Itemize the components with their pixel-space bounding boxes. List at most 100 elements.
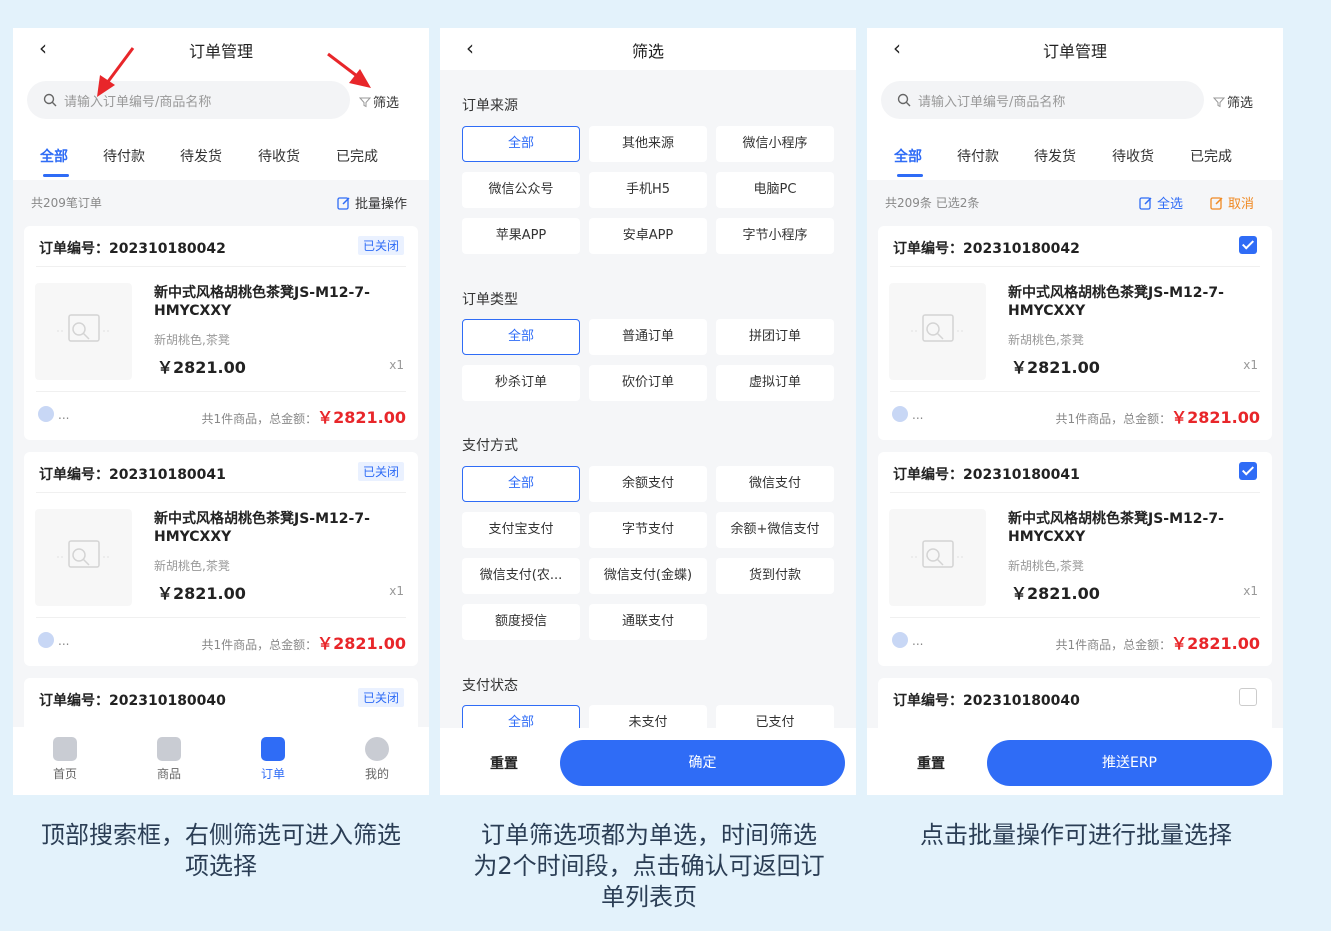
search-icon xyxy=(897,93,911,107)
filter-option[interactable]: 秒杀订单 xyxy=(462,365,580,401)
filter-action-bar: 重置 确定 xyxy=(440,728,856,795)
image-placeholder-icon xyxy=(57,314,111,342)
cancel-label: 取消 xyxy=(1228,197,1255,212)
tab-pending-payment[interactable]: 待付款 xyxy=(103,146,145,166)
filter-option[interactable]: 微信支付(农... xyxy=(462,558,580,594)
filter-option[interactable]: 手机H5 xyxy=(589,172,707,208)
batch-operation-button[interactable]: 批量操作 xyxy=(337,193,407,212)
tab-pending-receipt[interactable]: 待收货 xyxy=(258,146,300,166)
product-quantity: x1 xyxy=(1243,584,1258,598)
order-checkbox[interactable] xyxy=(1239,462,1257,480)
filter-option[interactable]: 其他来源 xyxy=(589,126,707,162)
filter-option[interactable]: 砍价订单 xyxy=(589,365,707,401)
filter-option[interactable]: 字节支付 xyxy=(589,512,707,548)
search-input[interactable]: 请输入订单编号/商品名称 xyxy=(881,81,1204,119)
filter-option[interactable]: 通联支付 xyxy=(589,604,707,640)
filter-option[interactable]: 全部 xyxy=(462,319,580,355)
push-erp-button[interactable]: 推送ERP xyxy=(987,740,1272,786)
order-number: 订单编号：202310180040 xyxy=(893,693,1080,709)
filter-option[interactable]: 余额+微信支付 xyxy=(716,512,834,548)
filter-option[interactable]: 全部 xyxy=(462,126,580,162)
filter-option[interactable]: 字节小程序 xyxy=(716,218,834,254)
product-quantity: x1 xyxy=(389,584,404,598)
image-placeholder-icon xyxy=(57,540,111,568)
status-badge: 已关闭 xyxy=(357,462,404,481)
filter-icon xyxy=(1213,97,1225,108)
caption: 点击批量操作可进行批量选择 xyxy=(920,821,1232,849)
tabbar-label: 订单 xyxy=(260,767,285,781)
tab-all[interactable]: 全部 xyxy=(894,146,922,166)
filter-button[interactable]: 筛选 xyxy=(1213,92,1253,111)
tab-completed[interactable]: 已完成 xyxy=(1190,146,1232,166)
order-checkbox[interactable] xyxy=(1239,688,1257,706)
tab-pending-receipt[interactable]: 待收货 xyxy=(1112,146,1154,166)
confirm-button[interactable]: 确定 xyxy=(560,740,845,786)
shop-name: ... xyxy=(58,408,70,422)
tabbar-item-orders[interactable]: 订单 xyxy=(243,737,303,782)
filter-option[interactable]: 微信支付(金蝶) xyxy=(589,558,707,594)
reset-button[interactable]: 重置 xyxy=(490,753,518,773)
search-input[interactable]: 请输入订单编号/商品名称 xyxy=(27,81,350,119)
order-card[interactable]: 订单编号：202310180042 已关闭 新中式风格胡桃色茶凳JS-M12-7… xyxy=(24,226,418,440)
filter-option[interactable]: 安卓APP xyxy=(589,218,707,254)
filter-option[interactable]: 全部 xyxy=(462,466,580,502)
select-all-button[interactable]: 全选 xyxy=(1139,193,1183,212)
filter-option[interactable]: 额度授信 xyxy=(462,604,580,640)
product-quantity: x1 xyxy=(1243,358,1258,372)
filter-option[interactable]: 微信公众号 xyxy=(462,172,580,208)
order-card[interactable]: 订单编号：202310180042 新中式风格胡桃色茶凳JS-M12-7-HMY… xyxy=(878,226,1272,440)
order-checkbox[interactable] xyxy=(1239,236,1257,254)
filter-option[interactable]: 余额支付 xyxy=(589,466,707,502)
filter-option[interactable]: 支付宝支付 xyxy=(462,512,580,548)
filter-option[interactable]: 虚拟订单 xyxy=(716,365,834,401)
total-amount: ￥2821.00 xyxy=(317,634,406,653)
caption: 顶部搜索框，右侧筛选可进入筛选项选择 xyxy=(41,821,401,880)
arrow-annotation-icon xyxy=(97,47,135,97)
filter-label: 筛选 xyxy=(1227,96,1254,111)
cancel-select-button[interactable]: 取消 xyxy=(1210,193,1254,212)
order-card[interactable]: 订单编号：202310180041 已关闭 新中式风格胡桃色茶凳JS-M12-7… xyxy=(24,452,418,666)
product-name: 新中式风格胡桃色茶凳JS-M12-7-HMYCXXY xyxy=(1008,285,1224,319)
product-image-placeholder xyxy=(35,509,132,606)
user-icon xyxy=(365,737,389,761)
order-total: 共1件商品，总金额：￥2821.00 xyxy=(1055,404,1260,428)
shop-name: ... xyxy=(912,408,924,422)
divider xyxy=(890,391,1260,392)
product-spec: 新胡桃色,茶凳 xyxy=(154,559,230,573)
status-tabs: 全部 待付款 待发货 待收货 已完成 xyxy=(13,138,429,178)
tabbar-item-me[interactable]: 我的 xyxy=(347,737,407,782)
filter-option[interactable]: 微信小程序 xyxy=(716,126,834,162)
arrow-annotation-icon xyxy=(327,52,371,88)
filter-option[interactable]: 电脑PC xyxy=(716,172,834,208)
batch-operation-label: 批量操作 xyxy=(354,197,407,212)
nav-bar: ‹ 订单管理 xyxy=(867,28,1283,70)
order-count: 共209笔订单 xyxy=(31,196,102,210)
filter-option[interactable]: 苹果APP xyxy=(462,218,580,254)
tabbar-item-products[interactable]: 商品 xyxy=(139,737,199,782)
product-price: ￥2821.00 xyxy=(1011,358,1100,377)
filter-option[interactable]: 拼团订单 xyxy=(716,319,834,355)
tab-pending-shipment[interactable]: 待发货 xyxy=(1034,146,1076,166)
divider xyxy=(890,617,1260,618)
edit-icon xyxy=(1210,197,1223,210)
filter-option[interactable]: 货到付款 xyxy=(716,558,834,594)
filter-section-title: 支付状态 xyxy=(462,678,518,694)
tab-pending-payment[interactable]: 待付款 xyxy=(957,146,999,166)
product-image-placeholder xyxy=(889,509,986,606)
filter-option[interactable]: 普通订单 xyxy=(589,319,707,355)
count-bar: 共209笔订单 批量操作 xyxy=(13,180,429,222)
divider xyxy=(36,617,406,618)
filter-option[interactable]: 微信支付 xyxy=(716,466,834,502)
tabbar-item-home[interactable]: 首页 xyxy=(35,737,95,782)
reset-button[interactable]: 重置 xyxy=(917,753,945,773)
page-title: 订单管理 xyxy=(1042,42,1107,61)
order-number: 订单编号：202310180041 xyxy=(893,467,1080,483)
filter-button[interactable]: 筛选 xyxy=(359,92,399,111)
tab-completed[interactable]: 已完成 xyxy=(336,146,378,166)
tab-pending-shipment[interactable]: 待发货 xyxy=(180,146,222,166)
bottom-tab-bar: 首页 商品 订单 我的 xyxy=(13,727,429,795)
tab-all[interactable]: 全部 xyxy=(40,146,68,166)
tabbar-label: 商品 xyxy=(156,767,181,781)
order-card[interactable]: 订单编号：202310180041 新中式风格胡桃色茶凳JS-M12-7-HMY… xyxy=(878,452,1272,666)
divider xyxy=(890,492,1260,493)
